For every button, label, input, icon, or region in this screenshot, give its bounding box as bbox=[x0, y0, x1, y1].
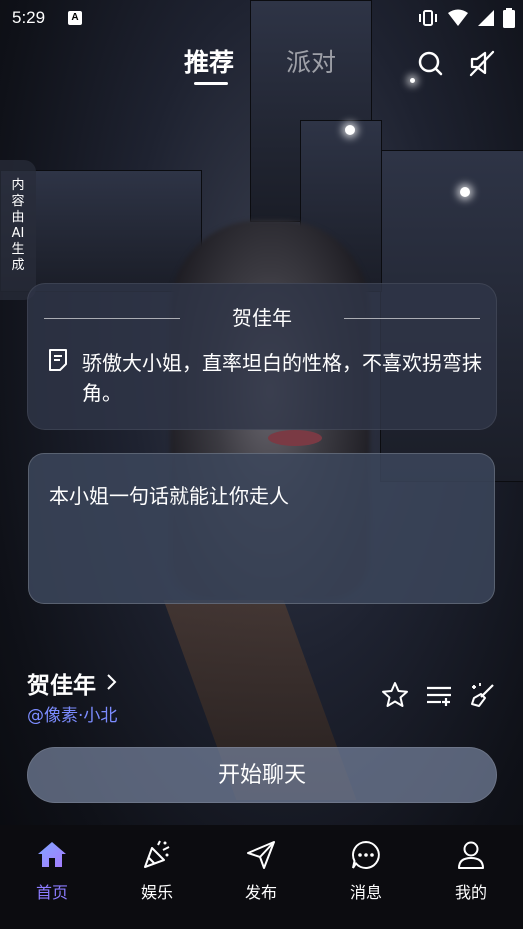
search-icon[interactable] bbox=[416, 48, 446, 78]
tab-party[interactable]: 派对 bbox=[286, 43, 336, 79]
nav-label-profile: 我的 bbox=[454, 883, 487, 902]
user-icon bbox=[458, 841, 484, 869]
character-description: 骄傲大小姐，直率坦白的性格，不喜欢拐弯抹角。 bbox=[82, 351, 482, 405]
author-link[interactable]: @像素·小北 bbox=[27, 701, 117, 726]
star-icon[interactable] bbox=[380, 680, 410, 710]
nav-label-messages: 消息 bbox=[349, 883, 382, 902]
status-bar: 5:29 A bbox=[0, 0, 523, 36]
wifi-icon bbox=[448, 9, 468, 26]
character-name[interactable]: 贺佳年 bbox=[27, 666, 96, 700]
status-time: 5:29 bbox=[12, 8, 46, 27]
active-tab-indicator bbox=[194, 82, 228, 85]
chevron-right-icon[interactable] bbox=[104, 672, 118, 692]
tab-recommend[interactable]: 推荐 bbox=[184, 43, 234, 79]
app-root: 5:29 A 推荐 派对 内 容 由 AI 生 成 贺佳年 骄傲大小姐，直率坦白… bbox=[0, 0, 523, 929]
nav-item-home[interactable]: 首页 bbox=[12, 839, 92, 903]
character-profile-card: 贺佳年 骄傲大小姐，直率坦白的性格，不喜欢拐弯抹角。 bbox=[27, 283, 497, 430]
divider bbox=[344, 318, 480, 319]
vibrate-icon bbox=[419, 10, 437, 26]
profile-card-name: 贺佳年 bbox=[232, 306, 292, 330]
nav-item-profile[interactable]: 我的 bbox=[431, 839, 511, 903]
start-chat-button[interactable]: 开始聊天 bbox=[27, 747, 497, 803]
send-icon bbox=[247, 841, 275, 869]
nav-label-entertainment: 娱乐 bbox=[140, 883, 173, 902]
bottom-navigation: 首页 娱乐 发布 消息 我的 bbox=[0, 825, 523, 929]
app-notification-icon: A bbox=[68, 11, 82, 25]
message-icon bbox=[352, 840, 380, 869]
greeting-message-card: 本小姐一句话就能让你走人 bbox=[28, 453, 495, 604]
home-icon bbox=[38, 842, 66, 867]
nav-item-publish[interactable]: 发布 bbox=[221, 839, 301, 903]
ai-generated-label: 内 容 由 AI 生 成 bbox=[0, 160, 36, 300]
nav-item-messages[interactable]: 消息 bbox=[326, 839, 406, 903]
greeting-text: 本小姐一句话就能让你走人 bbox=[49, 484, 289, 508]
party-popper-icon bbox=[144, 840, 170, 868]
battery-icon bbox=[503, 8, 515, 28]
nav-label-home: 首页 bbox=[35, 883, 68, 902]
magic-broom-icon[interactable] bbox=[468, 680, 498, 710]
nav-item-entertainment[interactable]: 娱乐 bbox=[117, 839, 197, 903]
mute-icon[interactable] bbox=[467, 48, 497, 78]
signal-icon bbox=[478, 10, 494, 26]
nav-label-publish: 发布 bbox=[244, 883, 277, 902]
document-icon bbox=[49, 349, 67, 371]
playlist-add-icon[interactable] bbox=[424, 680, 454, 710]
